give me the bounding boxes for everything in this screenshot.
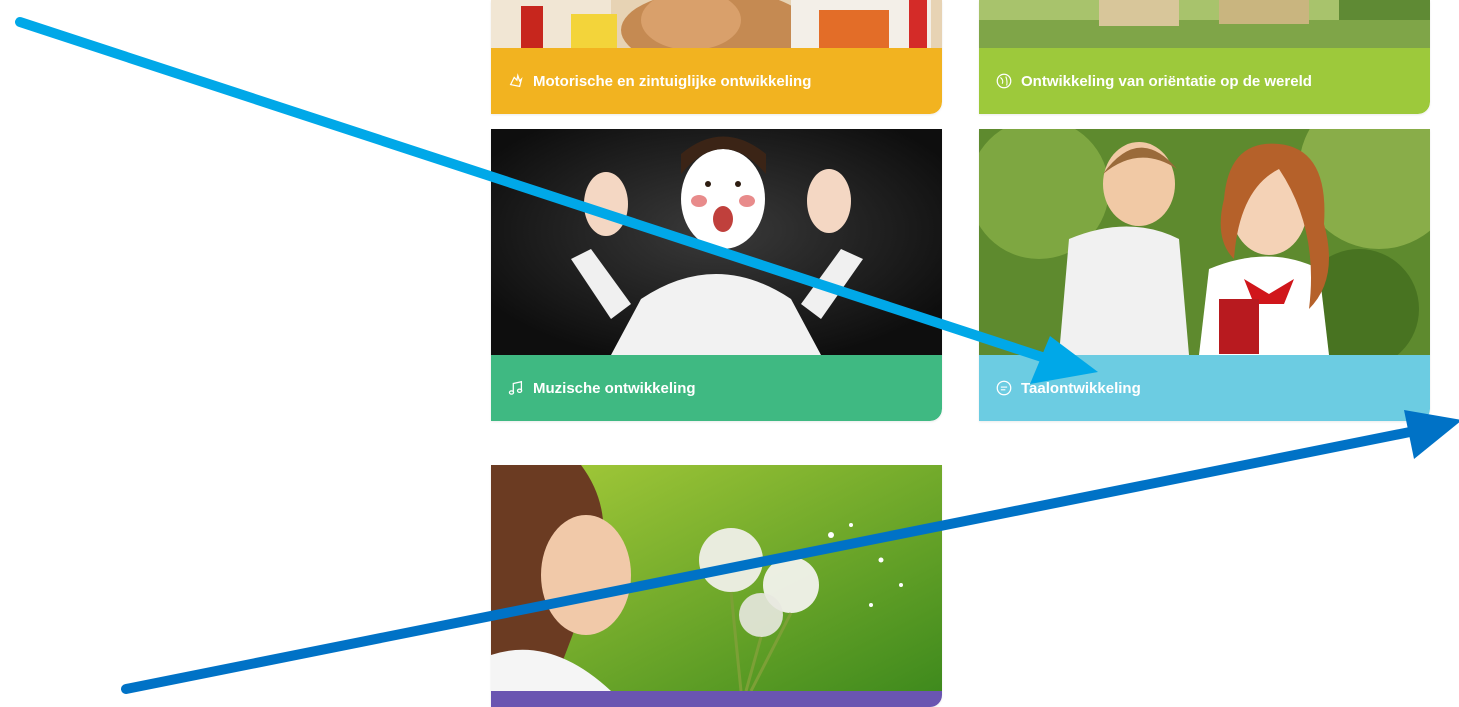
- globe-icon: [995, 72, 1013, 90]
- card-photo: [979, 0, 1430, 48]
- card-label: Muzische ontwikkeling: [533, 379, 696, 397]
- card-photo: [491, 465, 942, 691]
- speech-bubble-icon: [995, 379, 1013, 397]
- card-photo: [979, 129, 1430, 355]
- card-photo: [491, 129, 942, 355]
- page: Motorische en zintuiglijke ontwikkeling …: [0, 0, 1459, 707]
- card-orientatie-op-de-wereld[interactable]: Ontwikkeling van oriëntatie op de wereld: [979, 0, 1430, 114]
- card-label: Taalontwikkeling: [1021, 379, 1141, 397]
- card-label-bar[interactable]: Ontwikkeling van oriëntatie op de wereld: [979, 48, 1430, 114]
- card-label: Motorische en zintuiglijke ontwikkeling: [533, 72, 812, 90]
- music-note-icon: [507, 379, 525, 397]
- card-label: Ontwikkeling van oriëntatie op de wereld: [1021, 72, 1312, 90]
- card-photo: [491, 0, 942, 48]
- hand-icon: [507, 72, 525, 90]
- card-muzische-ontwikkeling[interactable]: Muzische ontwikkeling: [491, 129, 942, 421]
- card-motorische-ontwikkeling[interactable]: Motorische en zintuiglijke ontwikkeling: [491, 0, 942, 114]
- card-extra[interactable]: [491, 465, 942, 707]
- card-taalontwikkeling[interactable]: Taalontwikkeling: [979, 129, 1430, 421]
- card-label-bar[interactable]: Taalontwikkeling: [979, 355, 1430, 421]
- card-label-bar[interactable]: [491, 691, 942, 707]
- card-label-bar[interactable]: Motorische en zintuiglijke ontwikkeling: [491, 48, 942, 114]
- card-label-bar[interactable]: Muzische ontwikkeling: [491, 355, 942, 421]
